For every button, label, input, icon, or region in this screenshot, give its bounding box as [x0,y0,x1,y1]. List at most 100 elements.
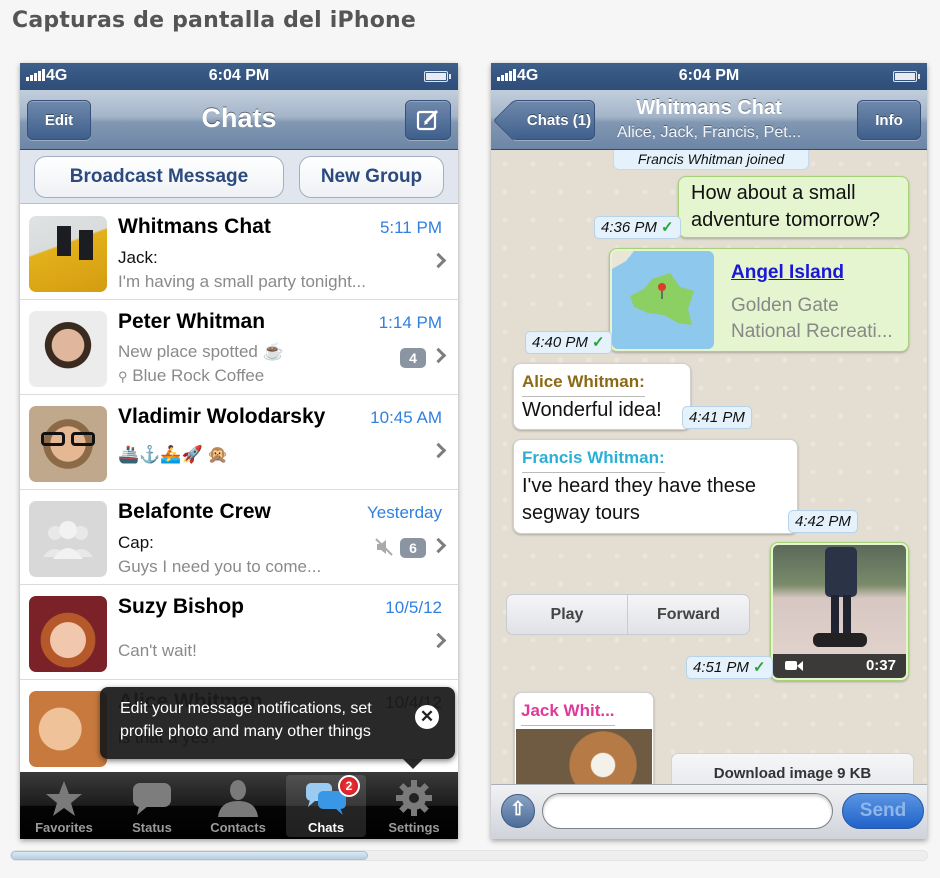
chat-location: ⚲ Blue Rock Coffee [118,366,264,386]
chat-row-peter-whitman[interactable]: Peter Whitman 1:14 PM New place spotted … [20,300,458,395]
tab-bar: Favorites Status Contacts 2 Chats Settin… [20,772,458,839]
sender-name: Francis Whitman: [522,444,665,473]
chat-time: 1:14 PM [378,313,442,332]
message-bubble-incoming[interactable]: Alice Whitman: Wonderful idea! [513,363,691,430]
horizontal-scrollbar[interactable] [10,850,928,861]
message-bubble-outgoing[interactable]: How about a small adventure tomorrow? [678,176,909,238]
location-message[interactable]: Angel Island Golden Gate National Recrea… [609,248,909,352]
chevron-right-icon [430,537,447,554]
video-thumbnail: 0:37 [773,545,906,678]
tab-chats[interactable]: 2 Chats [286,775,366,837]
tooltip-text: Edit your message notifications, set pro… [120,700,372,740]
battery-icon [424,71,451,82]
download-image-button[interactable]: Download image 9 KB [671,753,914,784]
play-button[interactable]: Play [507,595,628,634]
chat-row-whitmans-chat[interactable]: Whitmans Chat 5:11 PM Jack: I'm having a… [20,205,458,300]
timestamp-text: 4:40 PM [532,334,588,351]
gear-icon [374,779,454,817]
tab-contacts[interactable]: Contacts [198,775,278,837]
message-text: How about a small [691,182,856,204]
star-icon [24,779,104,817]
delivered-check-icon: ✓ [592,334,605,351]
broadcast-message-button[interactable]: Broadcast Message [34,156,284,198]
location-title-link[interactable]: Angel Island [731,259,844,286]
chat-name: Belafonte Crew [118,500,271,523]
video-action-menu: Play Forward [506,594,750,635]
chat-preview-emoji: 🚢⚓🚣🚀 🙊 [118,445,229,464]
unread-badge: 4 [400,348,426,368]
send-button[interactable]: Send [842,793,924,829]
chats-list-screen: 4G 6:04 PM Edit Chats Broadcast Message … [20,63,458,839]
status-bar: 4G 6:04 PM [20,63,458,90]
message-input-bar: ⇧ Send [491,784,927,839]
avatar [29,691,107,767]
chevron-right-icon [430,442,447,459]
video-info-bar: 0:37 [773,654,906,678]
timestamp-text: 4:51 PM [693,659,749,676]
message-text: Wonderful idea! [522,399,662,421]
location-line2: National Recreati... [731,321,893,342]
message-timestamp: 4:40 PM ✓ [525,331,612,354]
delivered-check-icon: ✓ [753,659,766,676]
message-input[interactable] [542,793,833,829]
nav-title: Chats [201,103,277,133]
tab-settings[interactable]: Settings [374,775,454,837]
avatar [29,596,107,672]
chat-name: Vladimir Wolodarsky [118,405,326,428]
chat-name: Peter Whitman [118,310,266,333]
message-bubble-incoming[interactable]: Francis Whitman: I've heard they have th… [513,439,798,534]
chat-name: Suzy Bishop [118,595,245,618]
chat-row-suzy-bishop[interactable]: Suzy Bishop 10/5/12 Can't wait! [20,585,458,680]
chat-preview: Can't wait! [118,641,197,660]
video-duration: 0:37 [865,657,896,674]
message-timestamp: 4:36 PM ✓ [594,216,681,239]
chat-name: Whitmans Chat [118,215,271,238]
chat-preview: New place spotted ☕ [118,342,284,361]
info-button[interactable]: Info [857,100,921,140]
tab-favorites[interactable]: Favorites [24,775,104,837]
chat-preview: I'm having a small party tonight... [118,272,366,291]
tab-status[interactable]: Status [112,775,192,837]
compose-icon [416,109,439,131]
unread-badge: 6 [400,538,426,558]
navigation-bar: Edit Chats [20,90,458,150]
avatar [29,311,107,387]
chat-time: 5:11 PM [379,218,442,237]
scrollbar-thumb[interactable] [11,851,368,860]
attach-button[interactable]: ⇧ [501,794,535,828]
compose-button[interactable] [405,100,451,140]
new-group-button[interactable]: New Group [299,156,444,198]
forward-button[interactable]: Forward [628,595,749,634]
speech-bubble-icon [112,779,192,817]
chat-sender: Cap: [118,533,154,552]
image-message[interactable]: Jack Whit... [514,692,654,784]
sender-name: Alice Whitman: [522,368,645,397]
message-text: I've heard they have these [522,475,756,497]
chat-row-belafonte-crew[interactable]: Belafonte Crew Yesterday Cap: Guys I nee… [20,490,458,585]
default-group-avatar [29,501,107,577]
page-title: Capturas de pantalla del iPhone [12,8,416,33]
status-bar: 4G 6:04 PM [491,63,927,90]
tab-label: Settings [388,820,440,835]
chat-time: 10:45 AM [370,408,442,427]
upload-arrow-icon: ⇧ [510,799,526,820]
chats-unread-badge: 2 [338,775,360,797]
sender-name: Jack Whit... [521,697,615,726]
image-thumbnail [516,729,652,784]
message-timestamp: 4:41 PM [682,406,752,429]
message-list[interactable]: Francis Whitman joined How about a small… [491,150,927,784]
map-thumbnail [612,251,714,349]
chat-row-vladimir-wolodarsky[interactable]: Vladimir Wolodarsky 10:45 AM 🚢⚓🚣🚀 🙊 [20,395,458,490]
action-row: Broadcast Message New Group [20,150,458,204]
navigation-bar: Chats (1) Whitmans Chat Alice, Jack, Fra… [491,90,927,150]
message-text: segway tours [522,502,640,524]
message-timestamp: 4:42 PM [788,510,858,533]
timestamp-text: 4:36 PM [601,219,657,236]
location-pin-icon: ⚲ [118,369,128,384]
video-message[interactable]: 0:37 [770,542,909,681]
video-camera-icon [785,661,797,670]
location-label: Blue Rock Coffee [132,366,265,385]
close-icon[interactable]: ✕ [415,705,439,729]
chat-time: 10/5/12 [385,598,442,617]
status-time: 6:04 PM [208,67,270,84]
